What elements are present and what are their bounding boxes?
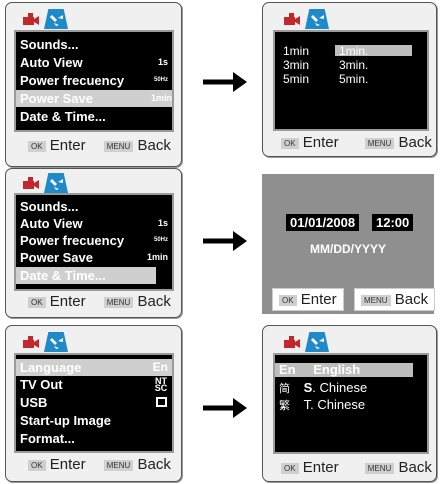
back-label: Back [137, 456, 171, 473]
menu-item-usb[interactable]: USB [16, 394, 172, 411]
enter-label: Enter [49, 137, 86, 154]
ok-key-icon: OK [279, 294, 297, 306]
menu-item-auto-view[interactable]: Auto View 1s [16, 215, 172, 232]
menu-key-icon[interactable]: MENU [364, 462, 395, 474]
enter-button[interactable]: OK Enter [272, 288, 344, 311]
setup-tab-icon[interactable] [44, 9, 68, 29]
language-option-simplified-chinese[interactable]: 简 S. Chinese [279, 380, 367, 396]
panel-power-save-submenu: 1min 3min 5min 1min. 3min. 5min. OK Ente… [262, 2, 437, 157]
back-label: Back [398, 459, 432, 476]
menu-item-power-save[interactable]: Power Save 1min [16, 249, 172, 266]
menu-item-tv-out[interactable]: TV Out NT SC [16, 376, 172, 393]
menu-item-startup-image[interactable]: Start-up Image [16, 412, 172, 429]
menu-item-power-save-selected[interactable]: Power Save 1min [16, 90, 172, 107]
back-label: Back [137, 137, 171, 154]
menu-item-language-selected[interactable]: Language En [16, 359, 172, 376]
menu-screen: Sounds... Auto View 1s Power frecuency 50H… [14, 30, 174, 132]
enter-label: Enter [49, 293, 86, 310]
ok-key-icon[interactable]: OK [281, 137, 299, 149]
arrow-right-icon [203, 72, 247, 92]
menu-screen: Language En TV Out NT SC USB Start-up Imag… [14, 353, 174, 453]
ok-key-icon[interactable]: OK [281, 462, 299, 474]
panel-setup-menu-date-time: Sounds... Auto View 1s Power frecuency 50H… [5, 168, 182, 318]
option-left-5min[interactable]: 5min [283, 72, 309, 86]
menu-screen: Sounds... Auto View 1s Power frecuency 50H… [14, 193, 174, 291]
menu-key-icon[interactable]: MENU [103, 296, 134, 308]
menu-item-sounds[interactable]: Sounds... [16, 198, 172, 215]
ok-key-icon[interactable]: OK [28, 296, 46, 308]
time-field[interactable]: 12:00 [372, 214, 414, 231]
option-right-5min[interactable]: 5min. [339, 72, 368, 86]
back-button[interactable]: MENU Back [354, 288, 436, 311]
ok-key-icon[interactable]: OK [28, 459, 46, 471]
back-label: Back [398, 134, 432, 151]
enter-label: Enter [302, 134, 339, 151]
language-code: 繁 [279, 400, 290, 412]
setup-tab-icon[interactable] [44, 332, 68, 352]
setup-tab-icon[interactable] [44, 173, 68, 193]
setup-tab-icon[interactable] [305, 9, 329, 29]
arrow-right-icon [203, 231, 247, 251]
menu-item-power-frequency[interactable]: Power frecuency 50Hz [16, 72, 172, 89]
movie-tab-icon[interactable] [18, 9, 42, 29]
back-label: Back [137, 293, 171, 310]
language-option-traditional-chinese[interactable]: 繁 T. Chinese [279, 397, 365, 413]
date-field[interactable]: 01/01/2008 [286, 214, 360, 231]
menu-item-date-time-selected[interactable]: Date & Time... [16, 267, 156, 284]
panel-setup-menu-language: Language En TV Out NT SC USB Start-up Imag… [5, 325, 182, 482]
language-code: En [279, 362, 296, 377]
language-option-english[interactable]: En English [279, 362, 360, 377]
menu-item-power-frequency[interactable]: Power frecuency 50Hz [16, 232, 172, 249]
submenu-screen: En English 简 S. Chinese 繁 T. Chinese [273, 353, 429, 454]
option-right-1min[interactable]: 1min. [339, 44, 368, 58]
movie-tab-icon[interactable] [279, 9, 303, 29]
ok-key-icon[interactable]: OK [28, 140, 46, 152]
menu-item-date-time[interactable]: Date & Time... [16, 108, 172, 125]
arrow-right-icon [203, 398, 247, 418]
enter-label: Enter [49, 456, 86, 473]
menu-key-icon[interactable]: MENU [364, 137, 395, 149]
option-left-3min[interactable]: 3min [283, 58, 309, 72]
date-time-screen: 01/01/2008 12:00 MM/DD/YYYY OK Enter MEN… [262, 174, 436, 314]
submenu-screen: 1min 3min 5min 1min. 3min. 5min. [273, 30, 429, 131]
option-left-1min[interactable]: 1min [283, 44, 309, 58]
menu-item-format[interactable]: Format... [16, 430, 172, 447]
movie-tab-icon[interactable] [279, 332, 303, 352]
option-right-3min[interactable]: 3min. [339, 58, 368, 72]
language-code: 简 [279, 383, 290, 395]
movie-tab-icon[interactable] [18, 173, 42, 193]
menu-key-icon: MENU [361, 294, 391, 306]
date-format-label[interactable]: MM/DD/YYYY [310, 242, 386, 256]
enter-label: Enter [302, 459, 339, 476]
movie-tab-icon[interactable] [18, 332, 42, 352]
setup-tab-icon[interactable] [305, 332, 329, 352]
printer-icon [156, 397, 167, 407]
panel-setup-menu-power-save: Sounds... Auto View 1s Power frecuency 50H… [5, 2, 182, 167]
panel-language-submenu: En English 简 S. Chinese 繁 T. Chinese OK … [262, 325, 437, 482]
menu-item-sounds[interactable]: Sounds... [16, 36, 172, 53]
menu-key-icon[interactable]: MENU [103, 140, 134, 152]
menu-key-icon[interactable]: MENU [103, 459, 134, 471]
menu-item-auto-view[interactable]: Auto View 1s [16, 54, 172, 71]
